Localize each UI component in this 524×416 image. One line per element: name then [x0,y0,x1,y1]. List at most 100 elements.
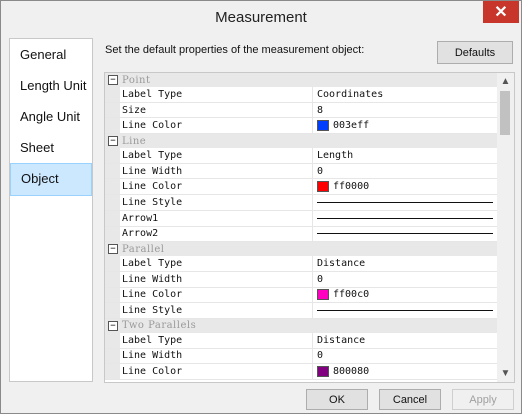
property-row[interactable]: Label Type Distance [105,332,497,349]
cancel-button[interactable]: Cancel [379,389,441,410]
property-value[interactable]: Coordinates [313,87,497,102]
property-value[interactable]: Length [313,148,497,163]
property-name: Line Color [120,364,313,379]
property-value[interactable]: 0 [313,349,497,364]
property-name: Label Type [120,256,313,271]
sidebar-item-general[interactable]: General [10,39,92,70]
row-gutter [105,87,120,102]
category-label: Line [122,135,147,147]
property-value[interactable]: Distance [313,333,497,348]
defaults-button[interactable]: Defaults [437,41,513,64]
row-gutter [105,332,120,348]
collapse-icon[interactable]: − [108,136,118,147]
measurement-dialog: Measurement ✕ General Length Unit Angle … [0,0,522,414]
category-header[interactable]: − Two Parallels [105,318,497,333]
scroll-down-icon[interactable]: ▼ [497,368,514,379]
property-name: Arrow2 [120,226,313,242]
property-name: Line Width [120,163,313,179]
property-value-text: 8 [317,104,324,116]
sidebar-item-angle-unit[interactable]: Angle Unit [10,101,92,132]
property-name: Label Type [120,148,313,163]
line-style-sample [317,217,493,219]
property-value[interactable]: ff00c0 [313,288,497,303]
property-grid[interactable]: − Point Label Type Coordinates Size 8 Line Col… [104,72,515,383]
property-name: Size [120,102,313,118]
property-value[interactable]: 0 [313,164,497,179]
property-value-text: Distance [317,334,366,346]
dialog-footer: OK Cancel Apply [9,385,517,411]
property-rows: − Point Label Type Coordinates Size 8 Line Col… [105,73,497,380]
close-button[interactable]: ✕ [483,1,519,23]
property-row[interactable]: Line Color 800080 [105,364,497,380]
row-gutter [105,163,120,179]
category-header[interactable]: − Line [105,134,497,149]
row-gutter [105,118,120,134]
category-label: Two Parallels [122,320,197,332]
row-gutter [105,348,120,364]
property-name: Line Style [120,195,313,210]
property-name: Line Style [120,303,313,318]
property-row[interactable]: Line Style [105,195,497,211]
property-row[interactable]: Line Color 003eff [105,118,497,135]
property-name: Arrow1 [120,210,313,226]
row-gutter [105,271,120,287]
property-row[interactable]: Label Type Distance [105,256,497,272]
property-value-text: Coordinates [317,88,384,100]
collapse-icon[interactable]: − [108,75,118,85]
color-swatch [317,181,329,193]
color-swatch [317,366,329,378]
ok-button[interactable]: OK [306,389,368,410]
collapse-icon[interactable]: − [108,320,118,331]
property-value-text: 0 [317,165,324,177]
property-name: Line Color [120,118,313,134]
sidebar-item-length-unit[interactable]: Length Unit [10,70,92,101]
property-value-text: ff00c0 [333,289,370,301]
property-value[interactable]: ff0000 [313,179,497,194]
property-value[interactable] [313,227,497,242]
sidebar-item-sheet[interactable]: Sheet [10,132,92,163]
scroll-up-icon[interactable]: ▲ [497,76,514,87]
property-name: Label Type [120,87,313,102]
close-icon: ✕ [494,4,508,21]
category-header[interactable]: − Parallel [105,242,497,257]
property-row[interactable]: Line Color ff0000 [105,179,497,196]
collapse-icon[interactable]: − [108,244,118,255]
property-value-text: 003eff [333,120,370,132]
property-row[interactable]: Line Width 0 [105,348,497,365]
line-style-sample [317,233,493,235]
property-value[interactable]: 0 [313,272,497,287]
category-sidebar: General Length Unit Angle Unit Sheet Obj… [9,38,93,382]
property-row[interactable]: Label Type Length [105,148,497,164]
property-row[interactable]: Line Width 0 [105,271,497,288]
property-name: Label Type [120,332,313,348]
property-value[interactable]: 800080 [313,364,497,379]
property-row[interactable]: Label Type Coordinates [105,87,497,103]
sidebar-item-object[interactable]: Object [10,163,92,196]
color-swatch [317,120,329,132]
property-value[interactable] [313,303,497,318]
property-value[interactable]: 003eff [313,118,497,133]
line-style-sample [317,201,493,203]
property-name: Line Color [120,179,313,195]
property-row[interactable]: Size 8 [105,102,497,119]
property-value-text: ff0000 [333,181,370,193]
row-gutter [105,226,120,242]
property-value[interactable]: Distance [313,256,497,271]
property-row[interactable]: Line Style [105,303,497,319]
property-value-text: 0 [317,273,324,285]
vertical-scrollbar[interactable]: ▲ ▼ [497,73,514,382]
property-row[interactable]: Arrow1 [105,210,497,227]
dialog-title: Measurement [215,9,307,26]
property-value[interactable] [313,195,497,210]
property-row[interactable]: Line Width 0 [105,163,497,180]
apply-button[interactable]: Apply [452,389,514,410]
scroll-thumb[interactable] [500,91,510,135]
category-header[interactable]: − Point [105,73,497,87]
property-row[interactable]: Line Color ff00c0 [105,287,497,304]
property-value[interactable] [313,211,497,226]
property-value[interactable]: 8 [313,103,497,118]
color-swatch [317,289,329,301]
row-gutter [105,148,120,163]
category-label: Point [122,74,151,86]
property-row[interactable]: Arrow2 [105,226,497,243]
